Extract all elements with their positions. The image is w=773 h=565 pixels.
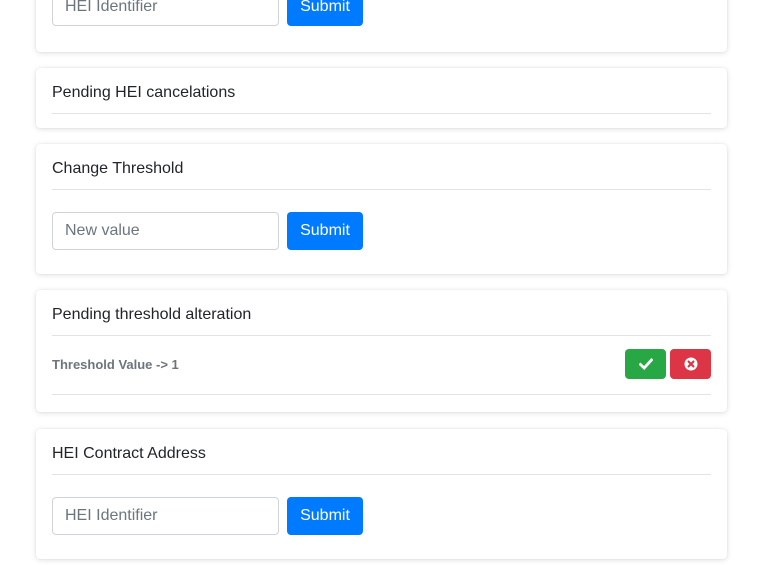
pending-threshold-item: Threshold Value -> 1 <box>52 349 711 395</box>
change-threshold-card: Change Threshold Submit <box>36 144 727 274</box>
threshold-value-label: Threshold Value -> 1 <box>52 357 179 372</box>
change-threshold-title: Change Threshold <box>52 159 711 190</box>
hei-contract-identifier-input[interactable] <box>52 497 279 535</box>
hei-identifier-input[interactable] <box>52 0 279 26</box>
hei-contract-submit-button[interactable]: Submit <box>287 497 363 535</box>
change-threshold-submit-button[interactable]: Submit <box>287 212 363 250</box>
times-circle-icon <box>684 357 697 371</box>
threshold-new-value-input[interactable] <box>52 212 279 250</box>
check-icon <box>638 358 653 370</box>
approve-threshold-button[interactable] <box>625 349 666 379</box>
pending-threshold-title: Pending threshold alteration <box>52 305 711 336</box>
reject-threshold-button[interactable] <box>670 349 711 379</box>
hei-contract-address-card: HEI Contract Address Submit <box>36 429 727 559</box>
pending-cancelations-card: Pending HEI cancelations <box>36 68 727 128</box>
hei-contract-address-title: HEI Contract Address <box>52 444 711 475</box>
pending-cancelations-title: Pending HEI cancelations <box>52 83 711 114</box>
pending-threshold-card: Pending threshold alteration Threshold V… <box>36 290 727 412</box>
hei-lookup-card: Submit <box>36 0 727 52</box>
hei-lookup-submit-button[interactable]: Submit <box>287 0 363 26</box>
